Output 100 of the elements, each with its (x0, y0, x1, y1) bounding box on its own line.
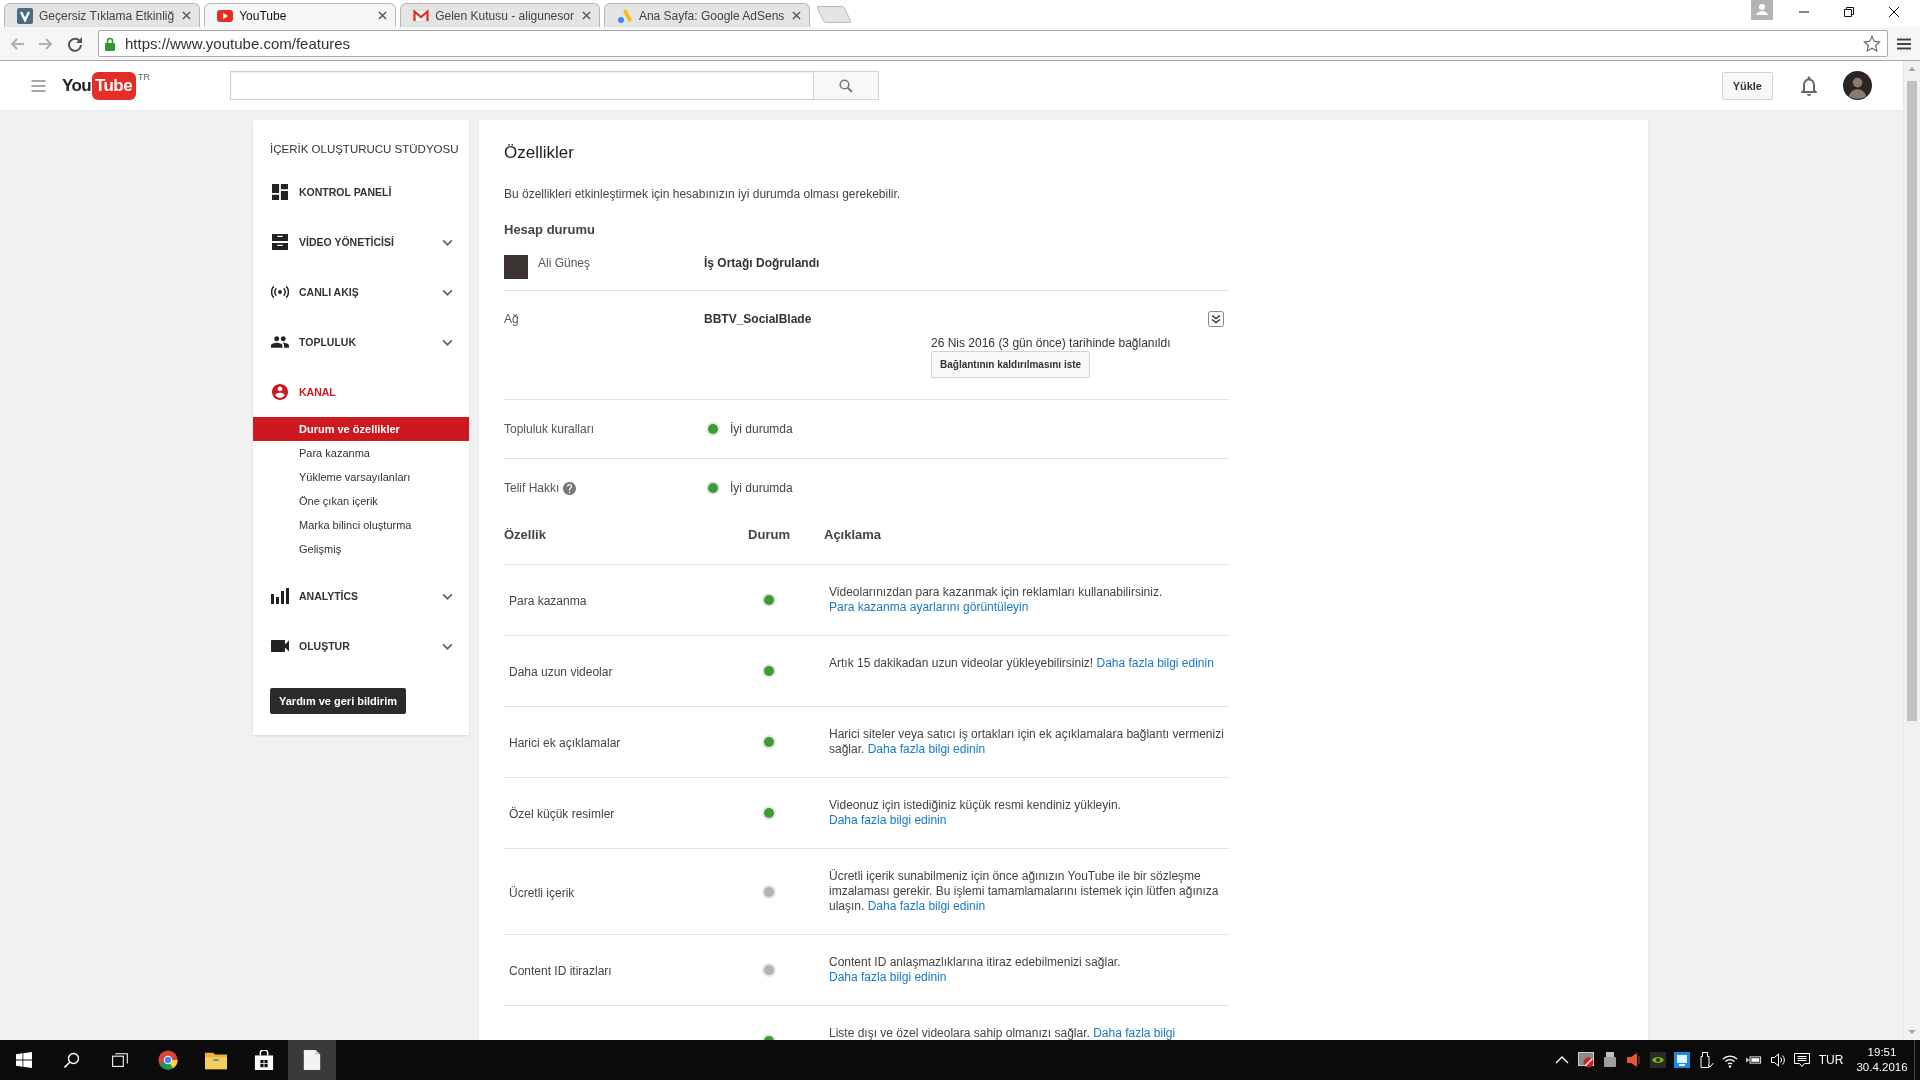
sidebar-item[interactable]: TOPLULUK (253, 317, 469, 367)
linked-date: 26 Nis 2016 (3 gün önce) tarihinde bağlanıldı (931, 335, 1171, 351)
clock-date[interactable]: 30.4.2016 (1856, 1060, 1908, 1075)
feature-description: Content ID anlaşmazlıklarına itiraz edebilmenizi sağlar. Daha fazla bilgi edinin (828, 955, 1122, 985)
sidebar-item[interactable]: VİDEO YÖNETİCİSİ (253, 217, 469, 267)
folder-icon (205, 1050, 227, 1070)
broadcast-icon (271, 284, 289, 300)
sidebar-subitem[interactable]: Yükleme varsayılanları (253, 465, 469, 489)
sidebar-item[interactable]: KONTROL PANELİ (253, 167, 469, 217)
feature-link[interactable]: Daha fazla bilgi edinin (829, 970, 947, 984)
intro-text: Bu özellikleri etkinleştirmek için hesabınızın iyi durumda olması gerekebilir. (504, 186, 902, 202)
status-text: İyi durumda (730, 421, 793, 437)
feature-description: Artık 15 dakikadan uzun videolar yükleyebilirsiniz! Daha fazla bilgi edinin (828, 656, 1215, 672)
bar-chart-icon (271, 588, 289, 604)
feature-name: Content ID itirazları (509, 964, 612, 978)
avatar-icon[interactable] (1843, 71, 1872, 100)
envelope-icon (413, 7, 430, 24)
logo-badge[interactable]: Tube (92, 71, 136, 100)
network-name: BBTV_SocialBlade (704, 311, 813, 327)
browser-tab[interactable]: Gelen Kutusu - aligunesor (400, 3, 600, 27)
field-label: Telif Hakkı (504, 480, 560, 496)
task-view-icon[interactable] (112, 1052, 128, 1068)
feature-link[interactable]: Para kazanma ayarlarını görüntüleyin (829, 600, 1029, 614)
field-label: Topluluk kuralları (504, 421, 595, 437)
shopping-bag-icon (253, 1050, 275, 1070)
chevron-down-icon[interactable] (442, 592, 453, 600)
chevron-down-icon[interactable] (442, 338, 453, 346)
feature-link[interactable]: Daha fazla bilgi edinin (829, 813, 947, 827)
play-icon (217, 7, 234, 24)
double-chevron-icon[interactable] (1208, 311, 1224, 327)
flash-drive-icon[interactable] (1698, 1052, 1714, 1068)
chevron-down-icon[interactable] (442, 642, 453, 650)
round-logo-icon (157, 1050, 179, 1070)
page-title: Özellikler (504, 142, 575, 164)
sidebar-item[interactable]: KANAL (253, 367, 469, 417)
lock-icon (104, 36, 116, 51)
eye-logo-icon[interactable] (1650, 1052, 1666, 1068)
chevron-down-icon[interactable] (442, 288, 453, 296)
feature-link[interactable]: Daha fazla bilgi edinin (867, 899, 986, 913)
help-button[interactable]: Yardım ve geri bildirim (270, 688, 406, 714)
search-icon (839, 78, 853, 93)
field-label: Ağ (504, 311, 520, 327)
app-tile-icon[interactable] (1674, 1052, 1690, 1068)
restore-icon[interactable] (1843, 7, 1854, 17)
close-icon[interactable] (1888, 7, 1899, 17)
scrollbar-thumb[interactable] (1907, 81, 1917, 721)
feature-description: Ücretli içerik sunabilmeniz için önce ağınızın YouTube ile bir sözleşme imzalaması gerekir. Bu işlemi tamamlamalarını istemek için lütfen ağınıza ulaşın. Daha fazla bilgi edinin (828, 869, 1220, 914)
language-indicator[interactable]: TUR (1814, 1053, 1848, 1067)
feature-link[interactable]: Daha fazla bilgi (1093, 1026, 1176, 1040)
reload-icon[interactable] (67, 35, 83, 52)
column-header: Açıklama (823, 527, 882, 543)
photo-placeholder (504, 255, 528, 279)
sidebar-subitem[interactable]: Para kazanma (253, 441, 469, 465)
feature-description: Videonuz için istediğiniz küçük resmi kendiniz yükleyin. Daha fazla bilgi edinin (828, 798, 1122, 828)
start-icon[interactable] (16, 1052, 32, 1068)
speaker-icon[interactable] (1626, 1052, 1642, 1068)
star-icon[interactable] (1863, 34, 1881, 53)
account-name[interactable]: Ali Güneş (538, 255, 591, 271)
help-icon[interactable] (563, 481, 577, 495)
search-field[interactable] (230, 71, 813, 100)
logo-text[interactable]: You (62, 71, 92, 100)
unlink-button[interactable]: Bağlantının kaldırılmasını iste (931, 351, 1091, 378)
clock-time[interactable]: 19:51 (1867, 1045, 1897, 1060)
upload-button[interactable]: Yükle (1721, 71, 1773, 100)
blocked-monitor-icon[interactable] (1578, 1052, 1594, 1068)
notification-icon[interactable] (1794, 1052, 1810, 1068)
feature-name: Harici ek açıklamalar (509, 736, 621, 750)
sidebar-subitem[interactable]: Marka bilinci oluşturma (253, 513, 469, 537)
sidebar-subitem[interactable]: Öne çıkan içerik (253, 489, 469, 513)
archive-icon (271, 234, 289, 250)
address-bar[interactable]: https://www.youtube.com/features (98, 30, 1888, 57)
sidebar-item[interactable]: ANALYTİCS (253, 571, 469, 621)
section-heading: Hesap durumu (504, 222, 596, 238)
studio-title: İÇERİK OLUŞTURUCU STÜDYOSU (269, 142, 460, 156)
logo-tile-icon (17, 7, 33, 24)
sidebar-item[interactable]: CANLI AKIŞ (253, 267, 469, 317)
sidebar-item[interactable]: OLUŞTUR (253, 621, 469, 671)
browser-tab[interactable]: Ana Sayfa: Google AdSens (603, 3, 811, 27)
account-status: İş Ortağı Doğrulandı (704, 255, 820, 271)
browser-tab[interactable]: Geçersiz Tıklama Etkinliğ (4, 3, 201, 27)
search-icon[interactable] (64, 1052, 80, 1068)
chevron-down-icon[interactable] (442, 238, 453, 246)
volume-icon[interactable] (1770, 1052, 1786, 1068)
close-icon[interactable] (378, 11, 388, 20)
people-icon (271, 334, 289, 350)
plug-icon[interactable] (1602, 1052, 1618, 1068)
feature-description: Harici siteler veya satıcı iş ortakları için ek açıklamalara bağlantı vermenizi sağlar. Daha fazla bilgi edinin (828, 727, 1225, 757)
menu-icon[interactable] (1897, 37, 1911, 50)
region-label: TR (138, 71, 150, 82)
column-header: Durum (748, 527, 790, 543)
sidebar-subitem[interactable]: Gelişmiş (253, 537, 469, 561)
feature-link[interactable]: Daha fazla bilgi edinin (1096, 656, 1214, 670)
taskbar-button[interactable] (288, 1040, 336, 1080)
feature-name: Ücretli içerik (509, 885, 575, 900)
feature-name: Özel küçük resimler (509, 807, 615, 821)
browser-tab[interactable]: YouTube (204, 3, 397, 27)
bell-icon[interactable] (1801, 75, 1817, 96)
sidebar-subitem[interactable]: Durum ve özellikler (253, 417, 469, 441)
document-icon (301, 1050, 323, 1070)
feature-link[interactable]: Daha fazla bilgi edinin (867, 742, 986, 756)
